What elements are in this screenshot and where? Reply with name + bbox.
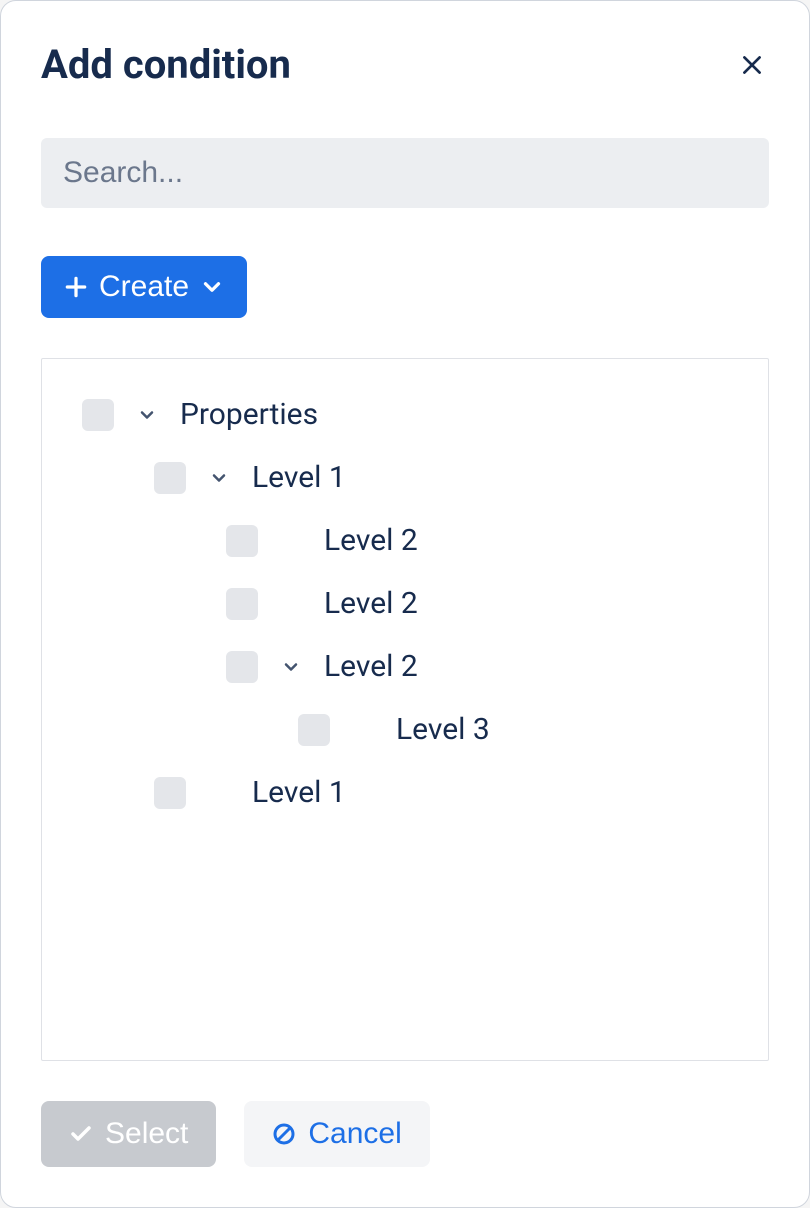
tree-item[interactable]: Level 1 <box>62 761 748 824</box>
select-button[interactable]: Select <box>41 1101 216 1167</box>
tree-item-label: Level 1 <box>252 460 346 495</box>
create-button[interactable]: Create <box>41 256 247 318</box>
checkbox[interactable] <box>226 525 258 557</box>
prohibit-icon <box>272 1122 296 1146</box>
tree-item[interactable]: Level 2 <box>62 572 748 635</box>
checkbox[interactable] <box>82 399 114 431</box>
chevron-down-icon <box>199 274 225 300</box>
modal-header: Add condition <box>41 41 769 88</box>
expand-toggle[interactable] <box>206 465 232 491</box>
chevron-down-icon <box>209 468 229 488</box>
checkbox[interactable] <box>154 777 186 809</box>
tree-item-label: Level 1 <box>252 775 346 810</box>
modal-footer: Select Cancel <box>41 1101 769 1167</box>
add-condition-modal: Add condition Create Properties <box>0 0 810 1208</box>
search-input[interactable] <box>41 138 769 208</box>
tree-item[interactable]: Level 3 <box>62 698 748 761</box>
tree-item[interactable]: Level 2 <box>62 509 748 572</box>
modal-title: Add condition <box>41 41 291 88</box>
tree-item-label: Level 2 <box>324 586 418 621</box>
checkbox[interactable] <box>154 462 186 494</box>
expand-toggle[interactable] <box>134 402 160 428</box>
tree-item[interactable]: Level 2 <box>62 635 748 698</box>
tree-item[interactable]: Properties <box>62 383 748 446</box>
checkbox[interactable] <box>226 588 258 620</box>
checkbox[interactable] <box>226 651 258 683</box>
tree-item-label: Level 2 <box>324 523 418 558</box>
check-icon <box>69 1122 93 1146</box>
cancel-button-label: Cancel <box>308 1117 401 1151</box>
create-button-label: Create <box>99 270 189 304</box>
close-icon <box>739 52 765 78</box>
chevron-down-icon <box>137 405 157 425</box>
close-button[interactable] <box>735 48 769 82</box>
plus-icon <box>63 274 89 300</box>
chevron-down-icon <box>281 657 301 677</box>
tree-item-label: Properties <box>180 397 318 432</box>
tree-item-label: Level 3 <box>396 712 490 747</box>
cancel-button[interactable]: Cancel <box>244 1101 429 1167</box>
tree-container: Properties Level 1 Level 2 Level 2 <box>41 358 769 1061</box>
expand-toggle[interactable] <box>278 654 304 680</box>
select-button-label: Select <box>105 1117 188 1151</box>
checkbox[interactable] <box>298 714 330 746</box>
tree-item-label: Level 2 <box>324 649 418 684</box>
tree-item[interactable]: Level 1 <box>62 446 748 509</box>
